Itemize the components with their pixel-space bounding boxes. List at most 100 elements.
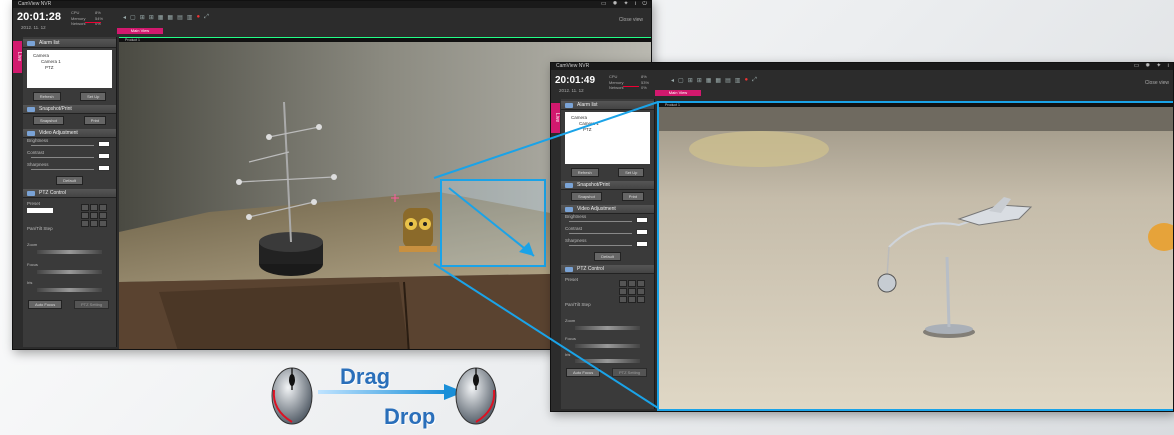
refresh-button[interactable]: Refresh	[32, 92, 61, 101]
default-button[interactable]: Default	[56, 176, 83, 185]
layout-9-icon[interactable]: ⊞	[697, 77, 702, 84]
rec-icon[interactable]: ●	[744, 77, 748, 84]
ptz-icon	[565, 267, 573, 272]
left-main-view-tab[interactable]: Main View	[117, 28, 163, 34]
right-live-side-tab[interactable]: Live	[551, 103, 560, 133]
layout-4-icon[interactable]: ⊞	[140, 14, 145, 21]
left-control-panel: Alarm list Camera Camera 1 PTZ Refresh S…	[23, 37, 117, 347]
ptz-control-header[interactable]: PTZ Control	[561, 265, 654, 274]
power-icon[interactable]: ⏻	[642, 1, 647, 8]
layout-icon[interactable]: ◂	[671, 77, 674, 84]
mouse-icon	[455, 367, 497, 425]
focus-slider[interactable]	[575, 344, 640, 348]
camera-tree[interactable]: Camera Camera 1 PTZ	[27, 50, 112, 88]
iris-label: Iris	[565, 352, 571, 357]
pin-icon[interactable]: ✦	[624, 1, 629, 8]
ptz-direction-pad[interactable]	[619, 280, 645, 303]
fullscreen-icon[interactable]: ⤢	[204, 14, 209, 21]
tree-node-ptz[interactable]: PTZ	[571, 127, 644, 133]
alarm-buttons: Refresh Set Up	[561, 166, 654, 179]
right-main-view-tab[interactable]: Main View	[655, 90, 701, 96]
sequence-icon[interactable]: ▥	[735, 77, 741, 84]
zoom-label: Zoom	[27, 242, 38, 247]
alarm-icon	[27, 41, 35, 46]
snapshot-button[interactable]: Snapshot	[570, 192, 602, 201]
video-icon	[27, 131, 35, 136]
focus-label: Focus	[27, 262, 38, 267]
sequence-icon[interactable]: ▥	[187, 14, 193, 21]
ptz-area: Preset Pan/Tilt Step Zoom Focus Iris Aut…	[561, 274, 654, 377]
print-button[interactable]: Print	[621, 192, 645, 201]
layout-1-icon[interactable]: ▢	[130, 14, 136, 21]
layout-16-icon[interactable]: ▦	[706, 77, 712, 84]
set-up-button[interactable]: Set Up	[80, 92, 107, 101]
left-date: 2012. 11. 12	[21, 25, 46, 30]
ptz-control-header[interactable]: PTZ Control	[23, 189, 116, 198]
info-icon[interactable]: ⅰ	[1167, 63, 1169, 70]
snapshot-header[interactable]: Snapshot/Print	[23, 105, 116, 114]
brightness-slider[interactable]: Brightness	[565, 214, 650, 226]
pan-tilt-step-label: Pan/Tilt Step	[27, 226, 53, 231]
preset-select[interactable]	[27, 208, 53, 213]
monitor-icon[interactable]: ▭	[601, 1, 607, 8]
snapshot-button[interactable]: Snapshot	[32, 116, 64, 125]
layout-custom-icon[interactable]: ▦	[715, 77, 721, 84]
gear-icon[interactable]: ✹	[1145, 63, 1150, 70]
right-control-panel: Alarm list Camera Camera 1 PTZ Refresh S…	[561, 99, 655, 409]
preset-label: Preset	[565, 277, 579, 282]
right-clock: 20:01:49	[555, 75, 596, 86]
video-adjust-header[interactable]: Video Adjustment	[561, 205, 654, 214]
ptz-icon	[27, 191, 35, 196]
snapshot-header[interactable]: Snapshot/Print	[561, 181, 654, 190]
layout-more-icon[interactable]: ▤	[725, 77, 731, 84]
layout-1-icon[interactable]: ▢	[678, 77, 684, 84]
camera-tree[interactable]: Camera Camera 1 PTZ	[565, 112, 650, 164]
rec-icon[interactable]: ●	[196, 14, 200, 21]
layout-16-icon[interactable]: ▦	[158, 14, 164, 21]
camera-icon	[27, 107, 35, 112]
camera-icon	[565, 183, 573, 188]
refresh-button[interactable]: Refresh	[570, 168, 599, 177]
alarm-list-header[interactable]: Alarm list	[561, 101, 654, 110]
contrast-slider[interactable]: Contrast	[27, 150, 112, 162]
sharpness-slider[interactable]: Sharpness	[27, 162, 112, 174]
fullscreen-icon[interactable]: ⤢	[752, 77, 757, 84]
iris-slider[interactable]	[37, 288, 102, 292]
left-close-view[interactable]: Close view	[619, 17, 643, 23]
brightness-slider[interactable]: Brightness	[27, 138, 112, 150]
zoom-slider[interactable]	[575, 326, 640, 330]
video-adjust-header[interactable]: Video Adjustment	[23, 129, 116, 138]
ptz-setting-button[interactable]: PTZ Setting	[612, 368, 648, 377]
layout-more-icon[interactable]: ▤	[177, 14, 183, 21]
gear-icon[interactable]: ✹	[613, 1, 618, 8]
auto-focus-button[interactable]: Auto Focus	[566, 368, 601, 377]
monitor-icon[interactable]: ▭	[1134, 63, 1140, 70]
right-window-title: CamView NVR	[556, 63, 590, 69]
layout-custom-icon[interactable]: ▦	[167, 14, 173, 21]
set-up-button[interactable]: Set Up	[618, 168, 645, 177]
tree-node-ptz[interactable]: PTZ	[33, 65, 106, 71]
auto-focus-button[interactable]: Auto Focus	[28, 300, 63, 309]
pin-icon[interactable]: ✦	[1156, 63, 1161, 70]
sharpness-slider[interactable]: Sharpness	[565, 238, 650, 250]
info-icon[interactable]: ⅰ	[635, 1, 637, 8]
ptz-direction-pad[interactable]	[81, 204, 107, 227]
print-button[interactable]: Print	[83, 116, 107, 125]
right-video-scene	[659, 107, 1173, 409]
drag-label: Drag	[340, 364, 391, 389]
ptz-setting-button[interactable]: PTZ Setting	[74, 300, 110, 309]
layout-icon[interactable]: ◂	[123, 14, 126, 21]
left-toolbar: ◂ ▢ ⊞ ⊞ ▦ ▦ ▤ ▥ ● ⤢	[123, 14, 209, 21]
iris-slider[interactable]	[575, 359, 640, 363]
layout-4-icon[interactable]: ⊞	[688, 77, 693, 84]
contrast-slider[interactable]: Contrast	[565, 226, 650, 238]
layout-9-icon[interactable]: ⊞	[149, 14, 154, 21]
right-video-view[interactable]: Product 1	[657, 101, 1173, 411]
default-button[interactable]: Default	[594, 252, 621, 261]
focus-slider[interactable]	[37, 270, 102, 274]
right-close-view[interactable]: Close view	[1145, 80, 1169, 86]
right-window-controls: ▭ ✹ ✦ ⅰ	[1134, 63, 1169, 70]
alarm-list-header[interactable]: Alarm list	[23, 39, 116, 48]
left-live-side-tab[interactable]: Live	[13, 41, 22, 73]
zoom-slider[interactable]	[37, 250, 102, 254]
